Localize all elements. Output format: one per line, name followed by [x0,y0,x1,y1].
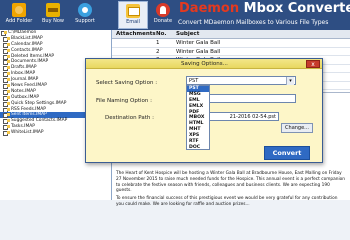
email-button[interactable]: Email [118,1,148,29]
change-button[interactable]: Change... [281,123,313,133]
support-button[interactable]: Support [70,1,100,29]
product-title: Daemon Mbox Converter [175,0,350,18]
mail-list-header: Attachments No. Subject [112,30,350,39]
mail-number: 2 [156,48,160,55]
email-icon [126,4,140,18]
file-naming-label: File Naming Option : [96,98,153,104]
product-title-right: Mbox Converter [239,1,350,16]
saving-format-value: PST [189,78,199,84]
donate-label: Donate [153,18,173,24]
saving-option-label: Select Saving Option : [96,80,158,86]
destination-path-label: Destination Path : [105,115,154,121]
buy-now-label: Buy Now [41,18,65,24]
mail-number: 1 [156,40,160,46]
preview-text: The Heart of Kent Hospice will be hostin… [116,171,346,210]
chevron-down-icon[interactable]: ▾ [286,77,294,85]
heart-icon [156,3,170,17]
saving-format-select[interactable]: PST ▾ [186,76,296,85]
preview-paragraph: The Heart of Kent Hospice will be hostin… [116,171,346,194]
email-label: Email [126,19,140,25]
product-subtitle: Convert MDaemon Mailboxes to Various Fil… [178,19,329,26]
dialog-titlebar[interactable]: Saving Options... x [86,59,322,69]
donate-button[interactable]: Donate [148,1,178,29]
mail-row[interactable]: 1 Winter Gala Ball [112,39,350,48]
support-label: Support [75,18,95,24]
column-subject[interactable]: Subject [176,30,199,39]
app-header: Add Folder Buy Now Support Email Donate … [0,0,350,30]
format-option[interactable]: DOC [187,145,209,151]
mail-subject: Winter Gala Ball [176,48,221,55]
cart-icon [46,3,60,17]
folder-add-icon [12,3,26,17]
format-dropdown-list[interactable]: PST MSG EML EMLX PDF MBOX HTML MHT XPS RTF DOC [186,85,210,150]
help-icon [78,3,92,17]
saving-options-dialog: Saving Options... x Select Saving Option… [85,58,323,163]
add-folder-label: Add Folder [5,18,33,24]
convert-button[interactable]: Convert [264,146,310,160]
product-title-left: Daemon [179,1,240,16]
add-folder-button[interactable]: Add Folder [4,1,34,29]
column-number[interactable]: No. [156,30,166,39]
buy-now-button[interactable]: Buy Now [38,1,68,29]
close-button[interactable]: x [306,60,320,68]
mail-row[interactable]: 2 Winter Gala Ball [112,48,350,56]
dialog-title: Saving Options... [181,61,228,67]
column-attachments[interactable]: Attachments [116,30,156,39]
mail-subject: Winter Gala Ball [176,40,221,46]
preview-paragraph: To ensure the financial success of this … [116,196,338,207]
